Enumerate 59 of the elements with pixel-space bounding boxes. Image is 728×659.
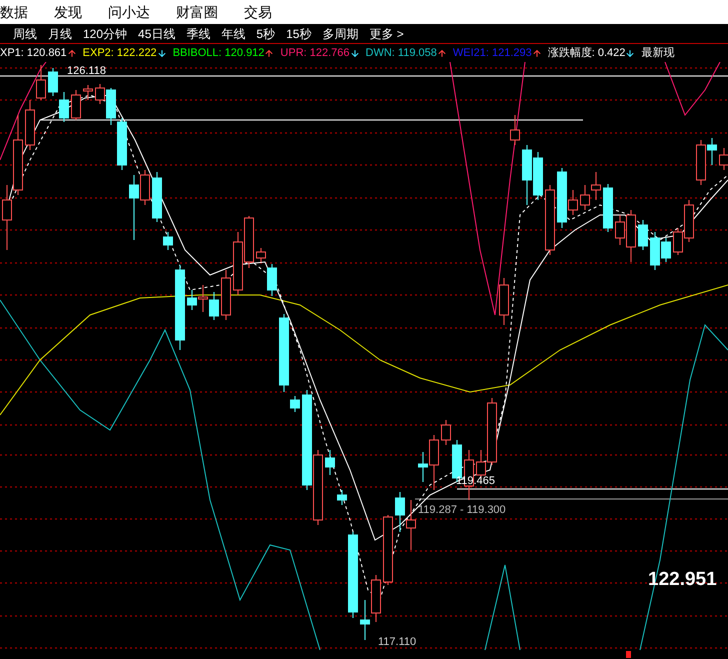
candlestick: [533, 152, 543, 200]
candlestick: [187, 290, 197, 310]
candlestick: [337, 490, 347, 506]
candlestick: [499, 278, 509, 326]
low-price-label: 117.110: [378, 636, 416, 648]
candlestick: [221, 270, 231, 320]
indicator-value: BBIBOLL: 120.912: [172, 48, 264, 58]
candlestick: [209, 292, 219, 320]
candlestick: [580, 184, 590, 210]
candlestick: [71, 90, 81, 120]
candlestick: [198, 284, 208, 312]
candlestick: [290, 396, 300, 412]
period-tab[interactable]: 45日线: [138, 28, 176, 40]
candlestick: [59, 92, 69, 122]
menu-item[interactable]: 财富圈: [176, 5, 218, 19]
high-price-label: 126.118: [67, 65, 106, 77]
candlestick: [325, 450, 335, 476]
indicator-value: WEI21: 121.293: [452, 48, 532, 58]
candlestick: [25, 100, 35, 150]
period-tab[interactable]: 季线: [186, 28, 210, 40]
indicator-value: XP1: 120.861: [0, 48, 67, 58]
candlestick: [638, 220, 648, 250]
indicator-value: DWN: 119.058: [366, 48, 437, 58]
candlestick: [36, 64, 46, 100]
candlestick: [244, 216, 254, 268]
period-tab[interactable]: 年线: [221, 28, 246, 40]
candlestick: [371, 574, 381, 622]
indicator-value: EXP2: 122.222: [82, 48, 157, 58]
menu-item[interactable]: 交易: [244, 5, 272, 19]
indicator-value: 最新现: [641, 48, 674, 58]
period-tab[interactable]: 5秒: [256, 28, 276, 40]
candlestick: [510, 114, 520, 146]
candlestick: [383, 514, 393, 586]
menu-item[interactable]: 发现: [54, 5, 82, 19]
candlestick: [591, 172, 601, 200]
price-range-label: 119.287 - 119.300: [418, 504, 506, 516]
indicator-value: UPR: 122.766: [280, 48, 350, 58]
candlestick: [163, 232, 173, 250]
menu-item[interactable]: 数据: [0, 5, 28, 19]
candlestick: [603, 184, 613, 232]
candlestick: [545, 184, 555, 256]
candlestick: [406, 500, 416, 550]
period-tab[interactable]: 月线: [48, 28, 72, 40]
period-tab[interactable]: 更多 >: [369, 28, 404, 40]
menu-item[interactable]: 问小达: [108, 5, 150, 19]
candlestick: [360, 600, 370, 640]
candlestick: [522, 144, 532, 206]
period-tab[interactable]: 周线: [13, 28, 37, 40]
marker-icon: [626, 651, 631, 658]
period-tab[interactable]: 多周期: [322, 28, 358, 40]
candlestick: [48, 68, 58, 96]
period-tab[interactable]: 120分钟: [83, 28, 128, 40]
period-tab[interactable]: 15秒: [286, 28, 312, 40]
indicator-value: 涨跌幅度: 0.422: [548, 48, 626, 58]
candlestick: [233, 232, 243, 296]
candlestick: [117, 118, 127, 170]
candlestick: [395, 492, 405, 532]
candlestick: [152, 172, 162, 222]
candlestick: [83, 84, 93, 100]
